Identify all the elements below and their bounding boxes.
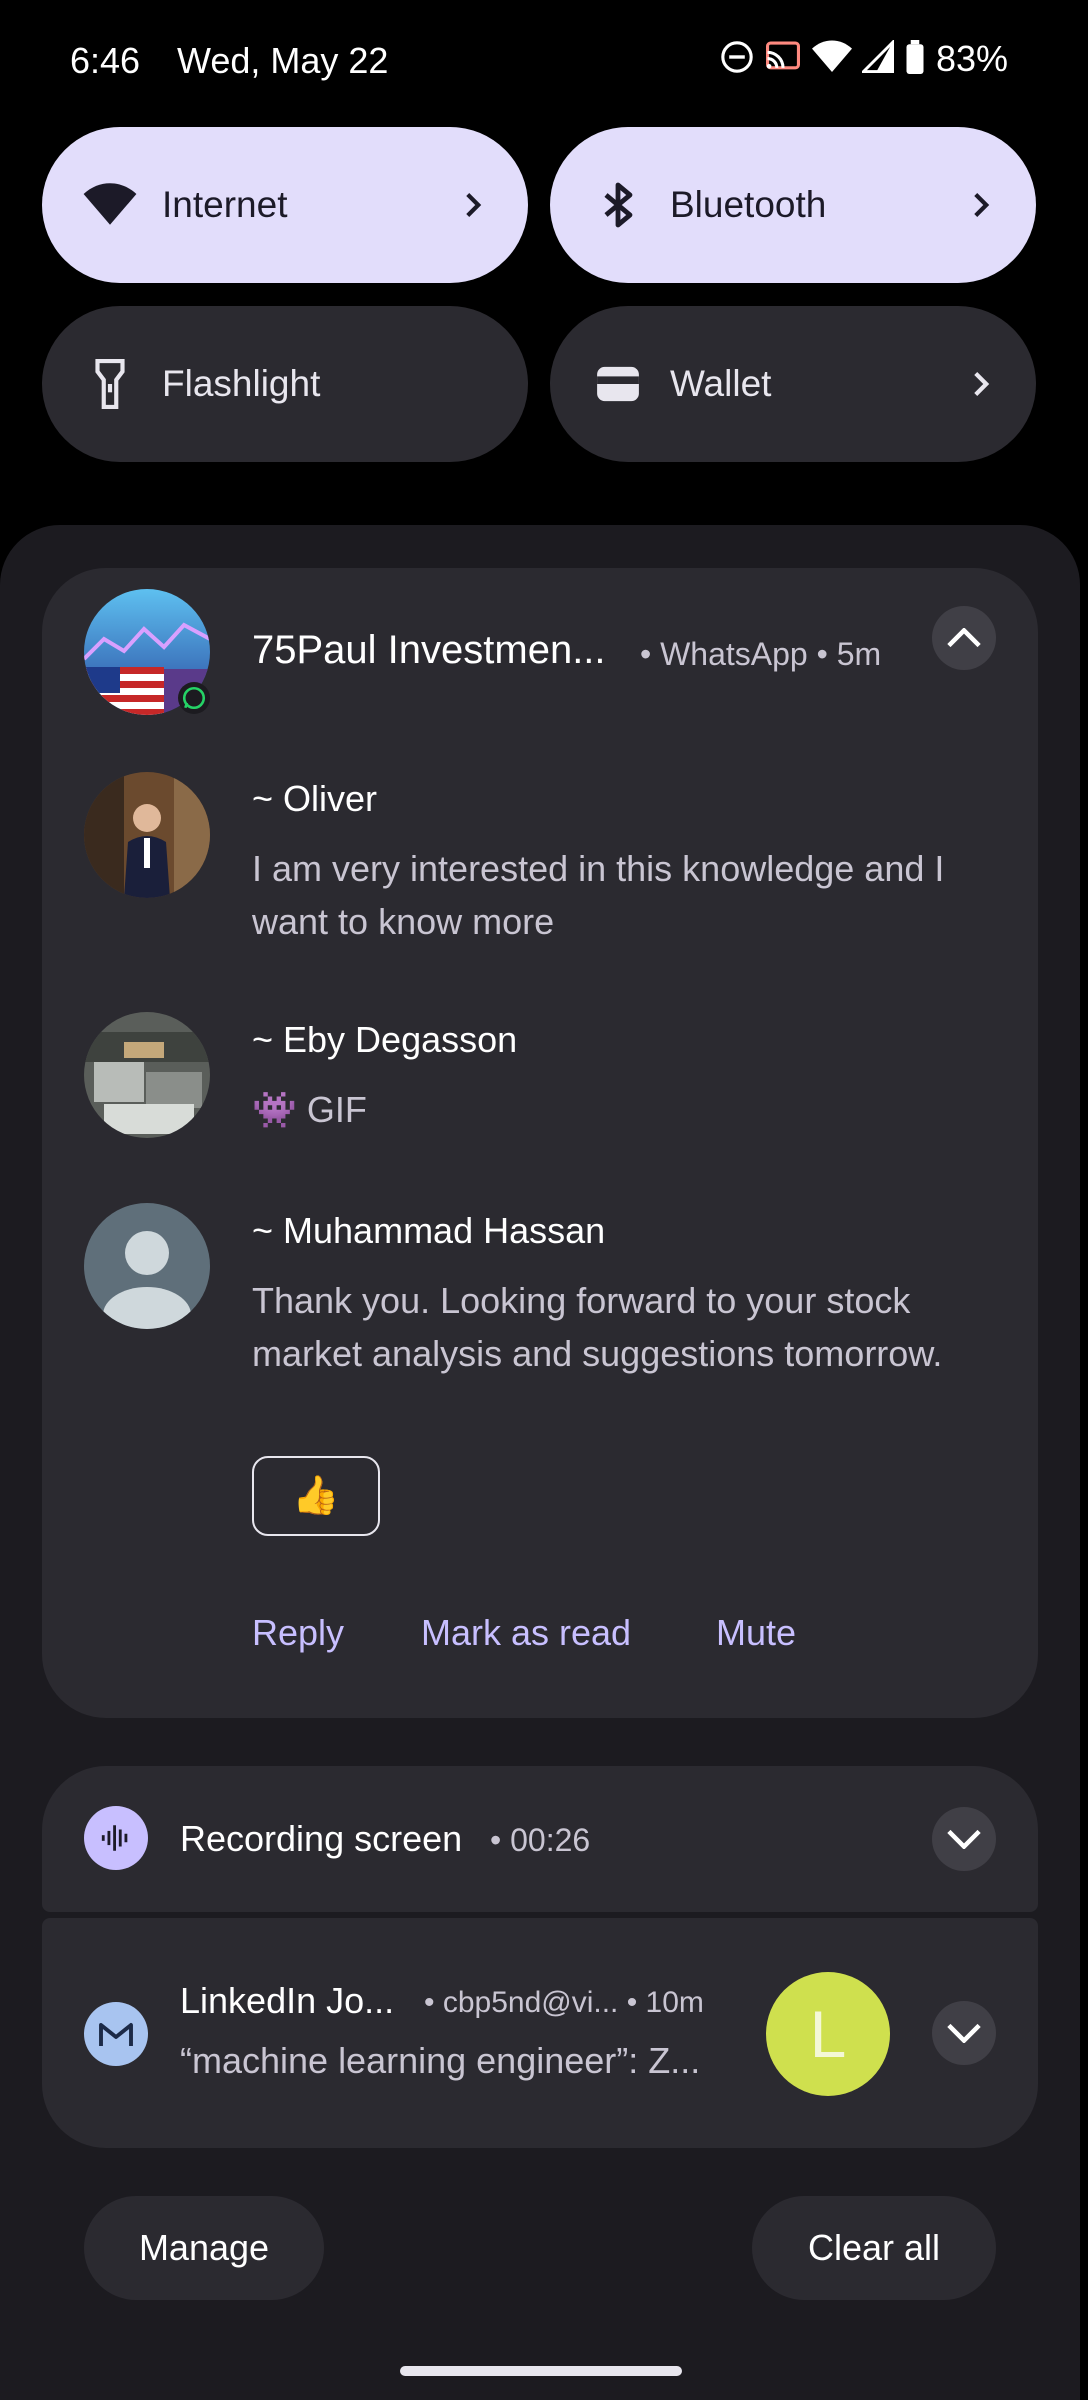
- message-sender: ~ Oliver: [252, 778, 378, 819]
- chevron-right-icon: [458, 190, 488, 220]
- bluetooth-icon: [590, 177, 646, 233]
- expand-button[interactable]: [932, 2001, 996, 2065]
- do-not-disturb-icon: [720, 40, 754, 79]
- chevron-right-icon: [966, 369, 996, 399]
- manage-button[interactable]: Manage: [84, 2196, 324, 2300]
- message-text: Thank you. Looking forward to your stock…: [252, 1274, 942, 1380]
- home-indicator[interactable]: [400, 2366, 682, 2376]
- wifi-icon: [811, 40, 852, 79]
- status-time: 6:46: [70, 40, 141, 81]
- avatar: [84, 1012, 210, 1138]
- message-text: 👾 GIF: [252, 1089, 367, 1130]
- chevron-down-icon: [947, 1829, 981, 1849]
- internet-tile[interactable]: Internet: [42, 127, 528, 283]
- sender-avatar: L: [766, 1972, 890, 2096]
- message-sender: ~ Eby Degasson: [252, 1019, 518, 1060]
- wifi-icon: [82, 177, 138, 233]
- linkedin-title: LinkedIn Jo...: [180, 1980, 395, 2021]
- recording-time: • 00:26: [490, 1822, 591, 1858]
- mute-button[interactable]: Mute: [716, 1612, 796, 1654]
- message-line: want to know more: [252, 901, 555, 942]
- flashlight-icon: [82, 356, 138, 412]
- message-line: market analysis and suggestions tomorrow…: [252, 1333, 943, 1374]
- message-sender: ~ Muhammad Hassan: [252, 1210, 606, 1251]
- signal-icon: [859, 38, 894, 79]
- message-line: I am very interested in this knowledge a…: [252, 848, 945, 889]
- wallet-icon: [590, 356, 646, 412]
- notification-meta: • WhatsApp • 5m: [640, 636, 882, 672]
- wallet-tile[interactable]: Wallet: [550, 306, 1036, 462]
- avatar: [84, 772, 210, 898]
- linkedin-meta: • cbp5nd@vi... • 10m: [424, 1986, 704, 2019]
- linkedin-body: “machine learning engineer”: Z...: [180, 2040, 701, 2081]
- status-bar: 6:46 Wed, May 22 83%: [0, 0, 1088, 120]
- notification-title: 75Paul Investmen...: [252, 628, 606, 672]
- bluetooth-tile-label: Bluetooth: [670, 184, 827, 225]
- mark-as-read-button[interactable]: Mark as read: [421, 1612, 631, 1654]
- whatsapp-notification[interactable]: [42, 568, 1038, 1718]
- flashlight-tile-label: Flashlight: [162, 363, 321, 404]
- battery-percent: 83%: [935, 38, 1008, 79]
- chevron-right-icon: [966, 190, 996, 220]
- bluetooth-tile[interactable]: Bluetooth: [550, 127, 1036, 283]
- collapse-button[interactable]: [932, 606, 996, 670]
- voice-waveform-icon: [84, 1806, 148, 1870]
- whatsapp-badge-icon: [178, 682, 210, 714]
- thumbs-up-reaction-button[interactable]: 👍: [252, 1456, 380, 1536]
- expand-button[interactable]: [932, 1807, 996, 1871]
- status-date: Wed, May 22: [177, 40, 389, 81]
- reply-button[interactable]: Reply: [252, 1612, 344, 1654]
- message-text: I am very interested in this knowledge a…: [252, 842, 944, 948]
- message-line: Thank you. Looking forward to your stock: [252, 1280, 911, 1321]
- chevron-down-icon: [947, 2023, 981, 2043]
- battery-icon: [904, 39, 926, 79]
- chevron-up-icon: [947, 628, 981, 648]
- avatar: [84, 1203, 210, 1329]
- flashlight-tile[interactable]: Flashlight: [42, 306, 528, 462]
- wallet-tile-label: Wallet: [670, 363, 772, 404]
- cast-icon: [764, 40, 802, 79]
- clear-all-button[interactable]: Clear all: [752, 2196, 996, 2300]
- recording-title: Recording screen: [180, 1818, 463, 1859]
- status-icons: 83%: [720, 38, 1008, 80]
- gmail-icon: [84, 2002, 148, 2066]
- internet-tile-label: Internet: [162, 184, 288, 225]
